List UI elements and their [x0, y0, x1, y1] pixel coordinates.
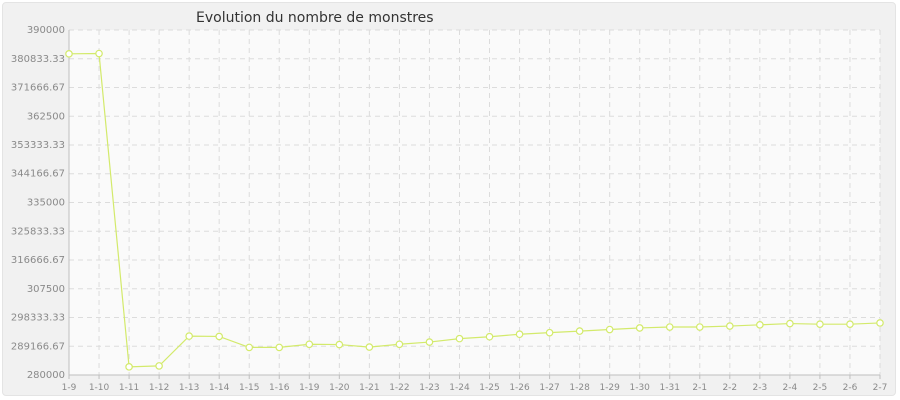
data-point[interactable]: [155, 362, 163, 370]
x-tick-label: 2-6: [843, 383, 858, 393]
data-point[interactable]: [665, 323, 674, 331]
y-tick-label: 298333.33: [11, 313, 65, 324]
data-point[interactable]: [485, 332, 494, 341]
y-tick-label: 362500: [27, 111, 65, 122]
data-point[interactable]: [185, 332, 193, 340]
x-tick-label: 1-16: [269, 383, 290, 393]
data-point[interactable]: [455, 334, 464, 343]
data-point[interactable]: [846, 320, 854, 328]
x-tick-label: 2-4: [783, 383, 798, 393]
y-tick-label: 289166.67: [11, 341, 65, 352]
x-tick-label: 1-10: [89, 383, 110, 393]
y-tick-label: 380833.33: [11, 54, 65, 65]
data-point[interactable]: [245, 343, 254, 352]
data-point[interactable]: [695, 323, 704, 331]
x-tick-label: 1-31: [660, 383, 680, 393]
x-tick-label: 1-23: [419, 383, 439, 393]
x-tick-label: 1-13: [179, 383, 199, 393]
line-chart: 280000 289166.67 298333.33 307500 316666.67 3…: [11, 10, 888, 393]
x-tick-label: 2-3: [753, 383, 768, 393]
data-point[interactable]: [215, 332, 223, 341]
x-tick-label: 1-12: [149, 383, 169, 393]
x-tick-label: 1-29: [599, 383, 620, 393]
x-tick-label: 1-20: [329, 383, 350, 393]
x-tick-label: 1-24: [449, 383, 470, 393]
data-point[interactable]: [335, 340, 344, 349]
x-tick-label: 1-27: [539, 383, 559, 393]
data-point[interactable]: [365, 343, 374, 351]
data-point[interactable]: [575, 327, 584, 335]
data-point[interactable]: [275, 343, 284, 352]
x-tick-label: 1-21: [359, 383, 379, 393]
data-point[interactable]: [876, 319, 884, 327]
x-tick-label: 1-14: [209, 383, 230, 393]
x-tick-label: 1-25: [479, 383, 499, 393]
data-point[interactable]: [305, 340, 314, 349]
y-tick-label: 307500: [27, 284, 65, 295]
x-tick-label: 2-1: [692, 383, 707, 393]
x-tick-label: 2-2: [722, 383, 737, 393]
data-point[interactable]: [65, 50, 73, 58]
chart-title: Evolution du nombre de monstres: [196, 10, 434, 26]
y-tick-label: 335000: [27, 198, 65, 209]
x-tick-label: 1-15: [239, 383, 259, 393]
data-point[interactable]: [515, 330, 524, 339]
data-point[interactable]: [425, 338, 434, 346]
y-tick-label: 390000: [27, 25, 65, 36]
data-point[interactable]: [125, 363, 133, 371]
x-tick-label: 1-30: [629, 383, 650, 393]
x-tick-label: 1-26: [509, 383, 530, 393]
data-point[interactable]: [786, 319, 794, 328]
x-tick-label: 1-19: [299, 383, 320, 393]
data-point[interactable]: [816, 320, 824, 328]
data-point[interactable]: [635, 324, 644, 332]
y-tick-label: 353333.33: [11, 140, 65, 151]
x-tick-label: 1-28: [569, 383, 590, 393]
y-tick-label: 344166.67: [11, 169, 65, 180]
x-tick-label: 1-9: [62, 383, 77, 393]
y-tick-label: 316666.67: [11, 255, 65, 266]
x-tick-label: 2-7: [873, 383, 888, 393]
y-tick-label: 280000: [27, 370, 65, 381]
data-point[interactable]: [95, 49, 103, 58]
y-tick-label: 325833.33: [11, 226, 65, 237]
data-point[interactable]: [395, 340, 404, 349]
data-point[interactable]: [605, 325, 614, 334]
x-tick-label: 2-5: [813, 383, 828, 393]
data-point[interactable]: [756, 321, 764, 329]
y-tick-label: 371666.67: [11, 82, 65, 93]
x-tick-label: 1-22: [389, 383, 409, 393]
data-point[interactable]: [545, 328, 554, 337]
data-point[interactable]: [726, 322, 734, 330]
x-tick-label: 1-11: [119, 383, 139, 393]
